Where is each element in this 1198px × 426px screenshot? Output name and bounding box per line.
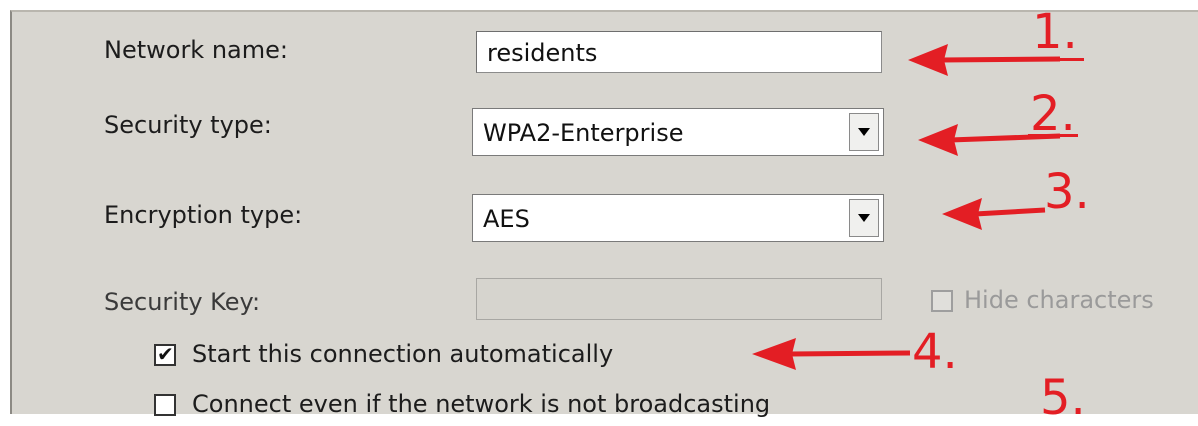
arrow-4 [789,350,911,357]
annotation-step-2: 2. [1030,86,1076,142]
arrow-4-head [752,338,796,370]
arrow-2-head [918,124,958,156]
arrow-3-head [942,198,982,230]
annotation-arrows [752,44,1061,370]
annotation-step-4: 4. [912,324,958,380]
annotation-step-3: 3. [1044,164,1090,220]
annotation-step-5: 5. [1040,370,1086,426]
annotation-underline-2 [1028,134,1078,137]
arrow-1-head [908,44,948,76]
arrow-3 [974,207,1046,217]
annotation-underline-1 [1030,58,1084,61]
annotation-step-1: 1. [1032,4,1078,60]
